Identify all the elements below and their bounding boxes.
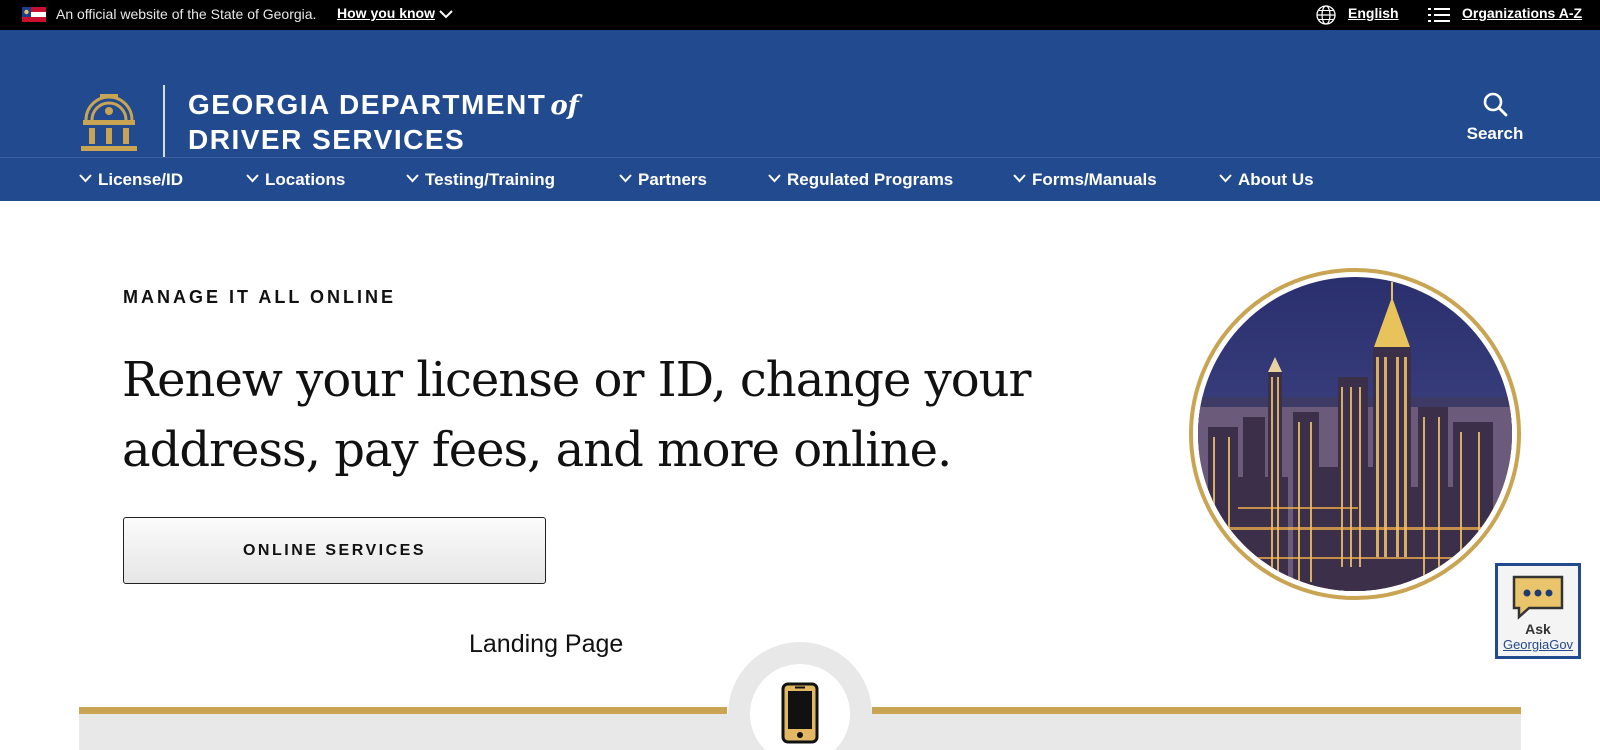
georgiagov-label: GeorgiaGov xyxy=(1502,637,1574,652)
how-you-know-link[interactable]: How you know xyxy=(337,5,435,21)
search-button[interactable]: Search xyxy=(1462,90,1528,144)
chevron-down-icon xyxy=(406,174,419,183)
hero-eyebrow: MANAGE IT ALL ONLINE xyxy=(123,287,396,307)
georgia-flag-icon xyxy=(22,7,46,22)
nav-item-label: Forms/Manuals xyxy=(1032,170,1157,189)
list-icon xyxy=(1428,8,1450,22)
chevron-down-icon[interactable] xyxy=(438,7,454,21)
search-icon xyxy=(1483,92,1508,117)
official-site-text: An official website of the State of Geor… xyxy=(56,6,317,22)
main-navigation: License/ID Locations Testing/Training Pa… xyxy=(0,157,1600,201)
nav-item-partners[interactable]: Partners xyxy=(618,170,707,190)
language-link[interactable]: English xyxy=(1348,5,1399,21)
top-utility-bar: An official website of the State of Geor… xyxy=(0,0,1600,30)
ask-label: Ask xyxy=(1525,621,1551,637)
brand-of: of xyxy=(550,91,579,121)
nav-item-testing-training[interactable]: Testing/Training xyxy=(405,170,555,190)
mobile-phone-icon xyxy=(781,682,819,744)
globe-icon xyxy=(1316,5,1336,25)
landing-page-label: Landing Page xyxy=(469,630,624,658)
chevron-down-icon xyxy=(619,174,632,183)
gold-divider-left xyxy=(79,707,727,714)
search-label: Search xyxy=(1466,124,1524,143)
nav-item-regulated-programs[interactable]: Regulated Programs xyxy=(767,170,953,190)
nav-item-license-id[interactable]: License/ID xyxy=(78,170,183,190)
nav-item-forms-manuals[interactable]: Forms/Manuals xyxy=(1012,170,1157,190)
chevron-down-icon xyxy=(1013,174,1026,183)
nav-item-label: Locations xyxy=(265,170,346,189)
chevron-down-icon xyxy=(246,174,259,183)
logo-divider xyxy=(163,85,165,160)
nav-item-label: Testing/Training xyxy=(425,170,556,189)
nav-item-locations[interactable]: Locations xyxy=(245,170,345,190)
brand-line-1: GEORGIA DEPARTMENT xyxy=(188,89,547,120)
skyline-image-frame xyxy=(1189,268,1521,600)
gold-divider-right xyxy=(872,707,1521,714)
brand-line-2: DRIVER SERVICES xyxy=(188,124,466,155)
georgia-seal-logo[interactable] xyxy=(78,84,140,154)
online-services-button[interactable]: ONLINE SERVICES xyxy=(123,517,546,584)
nav-item-label: Partners xyxy=(638,170,707,189)
nav-item-label: Regulated Programs xyxy=(787,170,954,189)
chevron-down-icon xyxy=(1219,174,1232,183)
hero-headline: Renew your license or ID, change your ad… xyxy=(122,352,1032,478)
site-header: GEORGIA DEPARTMENT of DRIVER SERVICES Sea… xyxy=(0,30,1600,160)
nav-item-about-us[interactable]: About Us xyxy=(1218,170,1314,190)
organizations-az-link[interactable]: Organizations A-Z xyxy=(1462,5,1582,21)
nav-item-label: About Us xyxy=(1238,170,1314,189)
chevron-down-icon xyxy=(79,174,92,183)
chat-bubble-icon xyxy=(1512,575,1564,620)
chevron-down-icon xyxy=(768,174,781,183)
nav-item-label: License/ID xyxy=(98,170,184,189)
ask-georgiagov-widget[interactable]: Ask GeorgiaGov xyxy=(1495,563,1581,659)
site-title[interactable]: GEORGIA DEPARTMENT of DRIVER SERVICES xyxy=(188,88,579,156)
skyline-image xyxy=(1198,277,1512,591)
